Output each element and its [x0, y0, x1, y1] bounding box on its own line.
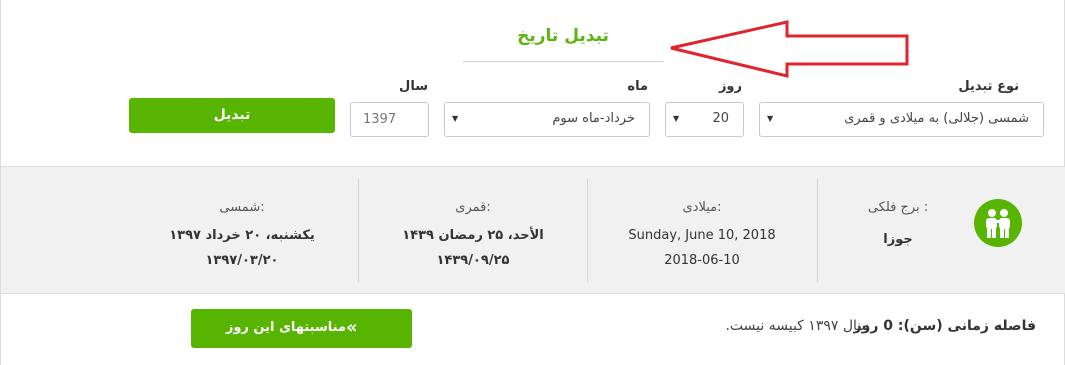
zodiac-label: برج فلکی :	[867, 200, 929, 215]
age-interval-label: فاصله زمانی (سن): 0 روز	[853, 318, 1036, 334]
zodiac-value: جوزا	[883, 232, 913, 247]
day-value: 20	[712, 111, 729, 126]
conversion-type-label: نوع تبدیل	[958, 79, 1019, 94]
convert-button[interactable]: تبدیل	[129, 98, 335, 133]
title-underline	[463, 61, 663, 62]
caret-down-icon: ▼	[452, 114, 459, 123]
gregorian-date-long: Sunday, June 10, 2018	[628, 228, 776, 243]
divider	[817, 179, 818, 282]
day-events-label: مناسبتهای این روز	[225, 320, 346, 335]
lunar-label: قمری:	[455, 200, 491, 215]
converter-panel: تبدیل تاریخ نوع تبدیل روز ماه سال شمسی (…	[0, 0, 1065, 365]
month-value: خرداد-ماه سوم	[552, 111, 635, 126]
page-title: تبدیل تاریخ	[517, 26, 609, 46]
month-select[interactable]: خرداد-ماه سوم ▼	[444, 102, 650, 137]
solar-date-long: یکشنبه، ۲۰ خرداد ۱۳۹۷	[169, 228, 315, 243]
month-label: ماه	[627, 79, 648, 94]
day-events-button[interactable]: مناسبتهای این روز «	[191, 309, 412, 348]
lunar-date-short: ۱۴۳۹/۰۹/۲۵	[436, 253, 510, 268]
annotation-arrow-icon	[670, 20, 909, 78]
results-band: برج فلکی : جوزا میلادی: Sunday, June 10,…	[1, 166, 1065, 294]
leap-year-status: سال ۱۳۹۷ کبیسه نیست.	[725, 318, 869, 334]
double-chevron-left-icon: «	[346, 317, 357, 338]
conversion-type-select[interactable]: شمسی (جلالی) به میلادی و قمری ▼	[759, 102, 1044, 137]
gregorian-label: میلادی:	[682, 200, 722, 215]
lunar-date-long: الأحد، ۲۵ رمضان ۱۴۳۹	[402, 228, 544, 243]
divider	[358, 179, 359, 282]
solar-label: شمسی:	[219, 200, 265, 215]
conversion-type-value: شمسی (جلالی) به میلادی و قمری	[844, 111, 1029, 126]
gemini-icon	[974, 199, 1022, 247]
year-input[interactable]	[350, 102, 429, 137]
gregorian-date-short: 2018-06-10	[664, 253, 740, 268]
day-select[interactable]: 20 ▼	[665, 102, 744, 137]
year-label: سال	[399, 79, 428, 94]
divider	[587, 179, 588, 282]
day-label: روز	[718, 79, 742, 94]
caret-down-icon: ▼	[673, 114, 680, 123]
caret-down-icon: ▼	[767, 114, 774, 123]
solar-date-short: ۱۳۹۷/۰۳/۲۰	[205, 253, 279, 268]
